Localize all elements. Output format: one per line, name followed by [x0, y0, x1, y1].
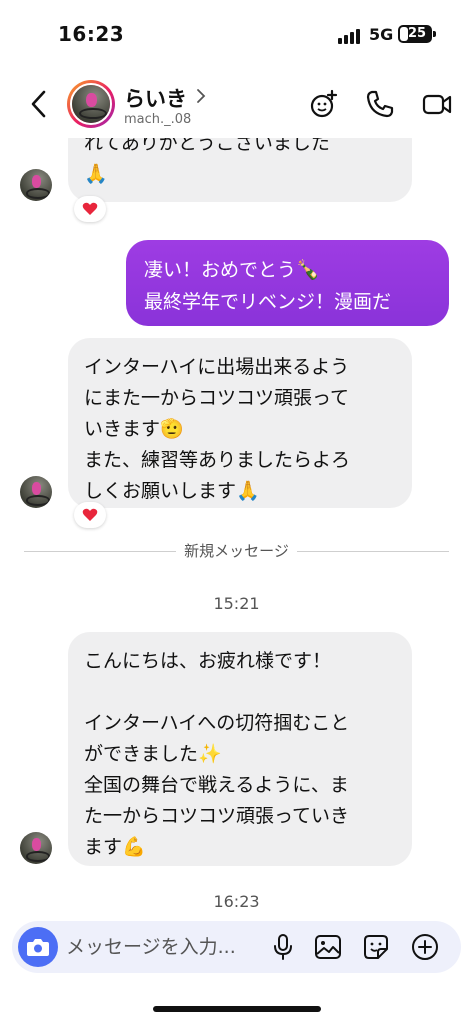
contact-avatar[interactable]: [67, 80, 115, 128]
reaction-badge[interactable]: [74, 196, 106, 222]
reaction-badge[interactable]: [74, 502, 106, 528]
divider-label: 新規メッセージ: [176, 542, 297, 560]
camera-button[interactable]: [18, 927, 58, 967]
sticker-icon[interactable]: [361, 932, 391, 962]
contact-name[interactable]: らいき: [124, 83, 187, 113]
message-bubble-outgoing[interactable]: 凄い！おめでとう🍾 最終学年でリベンジ！漫画だ: [126, 240, 449, 326]
home-indicator: [153, 1006, 321, 1012]
chat-header: らいき mach._.08: [0, 70, 473, 138]
phone-icon[interactable]: [364, 88, 396, 120]
plus-icon[interactable]: [410, 932, 440, 962]
timestamp: 15:21: [213, 594, 260, 613]
message-input[interactable]: [66, 933, 266, 961]
battery-level: 25: [408, 26, 427, 41]
message-bubble-incoming[interactable]: こんにちは、お疲れ様です！ インターハイへの切符掴むこと ができました✨ 全国の…: [68, 632, 412, 866]
image-icon[interactable]: [313, 932, 343, 962]
signal-icon: [338, 28, 364, 44]
contact-handle: mach._.08: [124, 112, 192, 127]
new-messages-divider: 新規メッセージ: [24, 540, 449, 564]
message-composer: [12, 921, 461, 973]
sender-avatar[interactable]: [20, 832, 52, 864]
network-type: 5G: [369, 25, 394, 44]
heart-icon: [82, 202, 98, 215]
message-bubble-incoming[interactable]: インターハイに出場出来るよう にまた一からコツコツ頑張って いきます🫡 また、練…: [68, 338, 412, 508]
chevron-right-icon[interactable]: [195, 88, 207, 104]
sender-avatar[interactable]: [20, 476, 52, 508]
timestamp: 16:23: [213, 892, 260, 911]
message-bubble-incoming[interactable]: れてありがとうございました 🙏: [68, 138, 412, 202]
heart-icon: [82, 508, 98, 521]
mic-icon[interactable]: [268, 932, 298, 962]
back-button[interactable]: [24, 86, 54, 122]
effects-icon[interactable]: [308, 88, 340, 120]
video-icon[interactable]: [421, 88, 453, 120]
back-icon: [31, 90, 46, 118]
sender-avatar[interactable]: [20, 169, 52, 201]
battery-icon: 25: [398, 25, 432, 43]
message-list[interactable]: れてありがとうございました 🙏 凄い！おめでとう🍾 最終学年でリベンジ！漫画だ …: [0, 138, 473, 918]
camera-icon: [27, 939, 49, 956]
status-time: 16:23: [58, 22, 125, 46]
status-bar: 16:23 5G 25: [0, 0, 473, 70]
